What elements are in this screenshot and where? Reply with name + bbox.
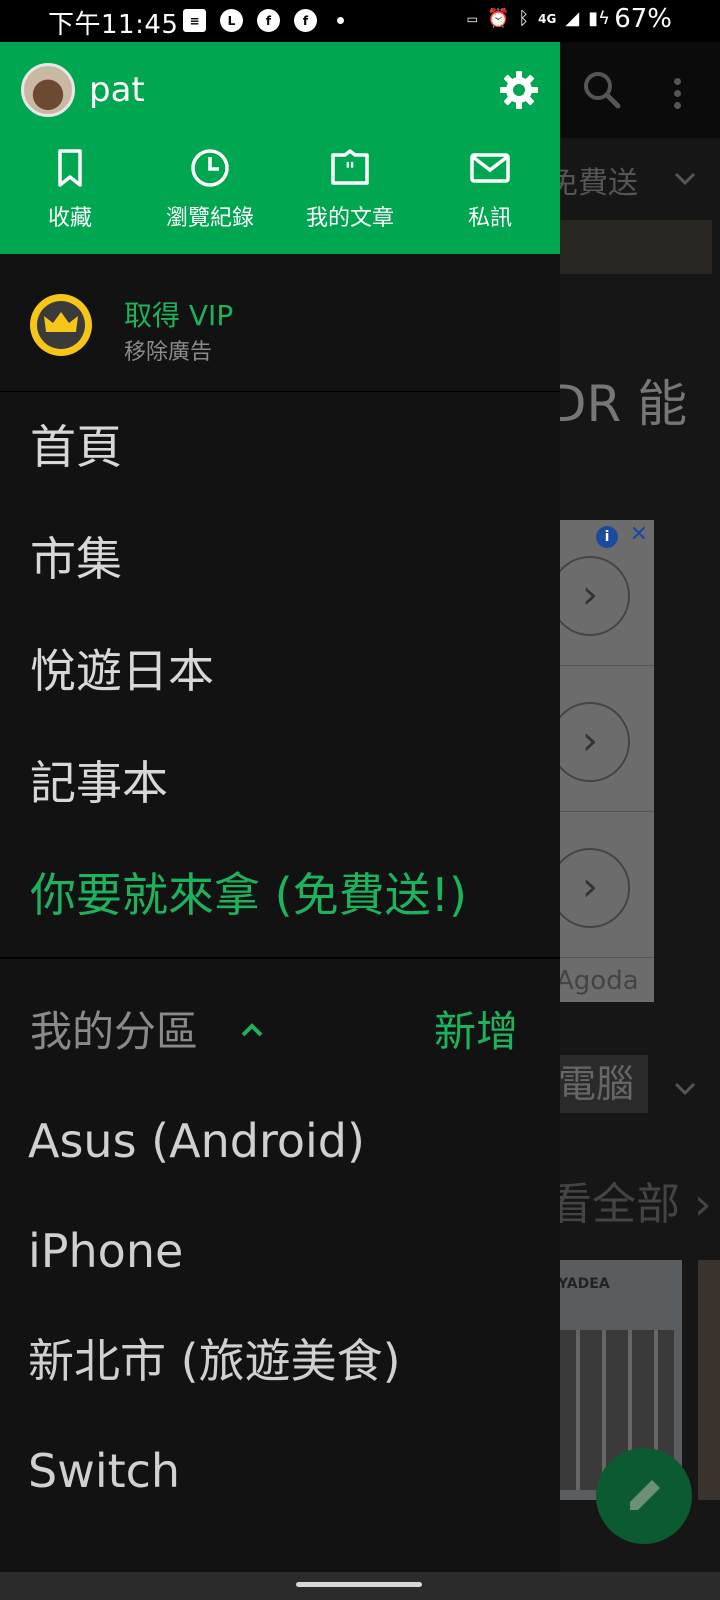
chevron-right-icon[interactable]: › bbox=[550, 702, 630, 782]
section-item[interactable]: Asus (Android) bbox=[0, 1086, 560, 1196]
my-sections-header: 我的分區 新增 bbox=[0, 998, 560, 1068]
battery-charging-icon: ▮ϟ bbox=[588, 8, 610, 29]
quick-action-my-articles[interactable]: " 我的文章 bbox=[280, 146, 420, 246]
system-icons: ▭ ⏰ ᛒ 4G ◢ ▮ϟ bbox=[467, 8, 610, 29]
more-options-icon[interactable] bbox=[674, 78, 682, 109]
nav-item-label: 你要就來拿 (免費送!) bbox=[30, 868, 467, 922]
section-item[interactable]: iPhone bbox=[0, 1196, 560, 1306]
home-gesture-handle[interactable] bbox=[296, 1582, 422, 1587]
nav-item-label: 悅遊日本 bbox=[30, 644, 214, 698]
quick-action-messages[interactable]: 私訊 bbox=[420, 146, 560, 246]
compose-fab[interactable] bbox=[596, 1448, 692, 1544]
system-nav-bar bbox=[0, 1572, 720, 1600]
facebook-notification-icon: f bbox=[257, 9, 280, 32]
my-articles-icon: " bbox=[331, 149, 369, 185]
line-notification-icon: L bbox=[220, 9, 243, 32]
username[interactable]: pat bbox=[89, 70, 145, 110]
quick-action-history[interactable]: 瀏覽紀錄 bbox=[140, 146, 280, 246]
section-item[interactable]: 新北市 (旅遊美食) bbox=[0, 1306, 560, 1416]
chevron-right-icon[interactable]: › bbox=[550, 556, 630, 636]
nav-item-home[interactable]: 首頁 bbox=[0, 392, 560, 502]
chevron-up-icon[interactable] bbox=[238, 1016, 266, 1044]
background-category: 電腦 bbox=[548, 1055, 648, 1113]
chevron-right-icon[interactable]: › bbox=[550, 848, 630, 928]
vip-title: 取得 VIP bbox=[124, 299, 234, 332]
section-item-label: iPhone bbox=[28, 1224, 184, 1278]
navigation-drawer: pat 收藏 瀏覽紀錄 " 我的文章 私訊 取得 VIP 移除廣告 首頁 市集 … bbox=[0, 42, 560, 1572]
nav-item-free-giveaway[interactable]: 你要就來拿 (免費送!) bbox=[0, 840, 560, 950]
quick-action-label: 瀏覽紀錄 bbox=[165, 206, 254, 231]
section-item-label: 新北市 (旅遊美食) bbox=[28, 1334, 401, 1388]
nav-item-notebook[interactable]: 記事本 bbox=[0, 728, 560, 838]
status-bar: 下午11:45 ≡ L f f ▭ ⏰ ᛒ 4G ◢ ▮ϟ 67% bbox=[0, 0, 720, 42]
gear-icon[interactable] bbox=[497, 68, 541, 112]
alarm-icon: ⏰ bbox=[486, 8, 510, 29]
facebook-notification-icon: f bbox=[294, 9, 317, 32]
get-vip-item[interactable]: 取得 VIP 移除廣告 bbox=[0, 254, 560, 392]
see-all-link: 看全部 › bbox=[548, 1179, 712, 1230]
chevron-down-icon[interactable] bbox=[672, 166, 698, 192]
nav-item-label: 市集 bbox=[30, 532, 122, 586]
quick-action-bookmarks[interactable]: 收藏 bbox=[0, 146, 140, 246]
section-item-label: Switch bbox=[28, 1444, 181, 1498]
section-item[interactable]: Switch bbox=[0, 1416, 560, 1526]
my-sections-title[interactable]: 我的分區 bbox=[30, 998, 198, 1059]
thumbnail-brand: YADEA bbox=[558, 1276, 610, 1292]
news-notification-icon: ≡ bbox=[183, 9, 206, 32]
divider bbox=[0, 957, 560, 959]
notification-icons: ≡ L f f bbox=[183, 9, 344, 32]
mail-icon bbox=[470, 153, 510, 183]
nav-item-japan-travel[interactable]: 悅遊日本 bbox=[0, 616, 560, 726]
hd-audio-icon: ▭ bbox=[466, 11, 478, 26]
quick-action-label: 收藏 bbox=[47, 206, 92, 231]
section-item-label: Asus (Android) bbox=[28, 1114, 365, 1168]
svg-text:": " bbox=[345, 158, 355, 182]
nav-item-label: 首頁 bbox=[30, 420, 122, 474]
drawer-header: pat 收藏 瀏覽紀錄 " 我的文章 私訊 bbox=[0, 42, 560, 254]
battery-percent: 67% bbox=[614, 4, 672, 34]
background-thumbnail bbox=[698, 1260, 720, 1500]
network-type-icon: 4G bbox=[538, 11, 557, 26]
pencil-icon bbox=[630, 1480, 660, 1510]
nav-item-market[interactable]: 市集 bbox=[0, 504, 560, 614]
avatar[interactable] bbox=[21, 63, 75, 117]
background-tab-text: 免費送 bbox=[548, 166, 638, 201]
vip-subtitle: 移除廣告 bbox=[124, 340, 213, 365]
quick-action-label: 我的文章 bbox=[305, 206, 394, 231]
search-icon[interactable] bbox=[578, 66, 626, 114]
background-image bbox=[548, 220, 712, 274]
bluetooth-icon: ᛒ bbox=[518, 8, 530, 29]
crown-badge-icon bbox=[30, 294, 92, 356]
signal-icon: ◢ bbox=[565, 8, 580, 29]
quick-action-label: 私訊 bbox=[467, 206, 512, 231]
chevron-down-icon[interactable] bbox=[672, 1076, 698, 1102]
add-section-button[interactable]: 新增 bbox=[434, 998, 518, 1059]
more-notifications-dot-icon bbox=[337, 17, 344, 24]
background-heading: DR 能 bbox=[548, 375, 688, 433]
background-ad: i ✕ › › › Agoda bbox=[548, 520, 654, 1002]
ad-brand: Agoda bbox=[556, 966, 639, 996]
history-clock-icon bbox=[191, 149, 229, 187]
status-time: 下午11:45 bbox=[48, 10, 179, 40]
nav-item-label: 記事本 bbox=[30, 756, 168, 810]
bookmark-icon bbox=[58, 149, 82, 187]
